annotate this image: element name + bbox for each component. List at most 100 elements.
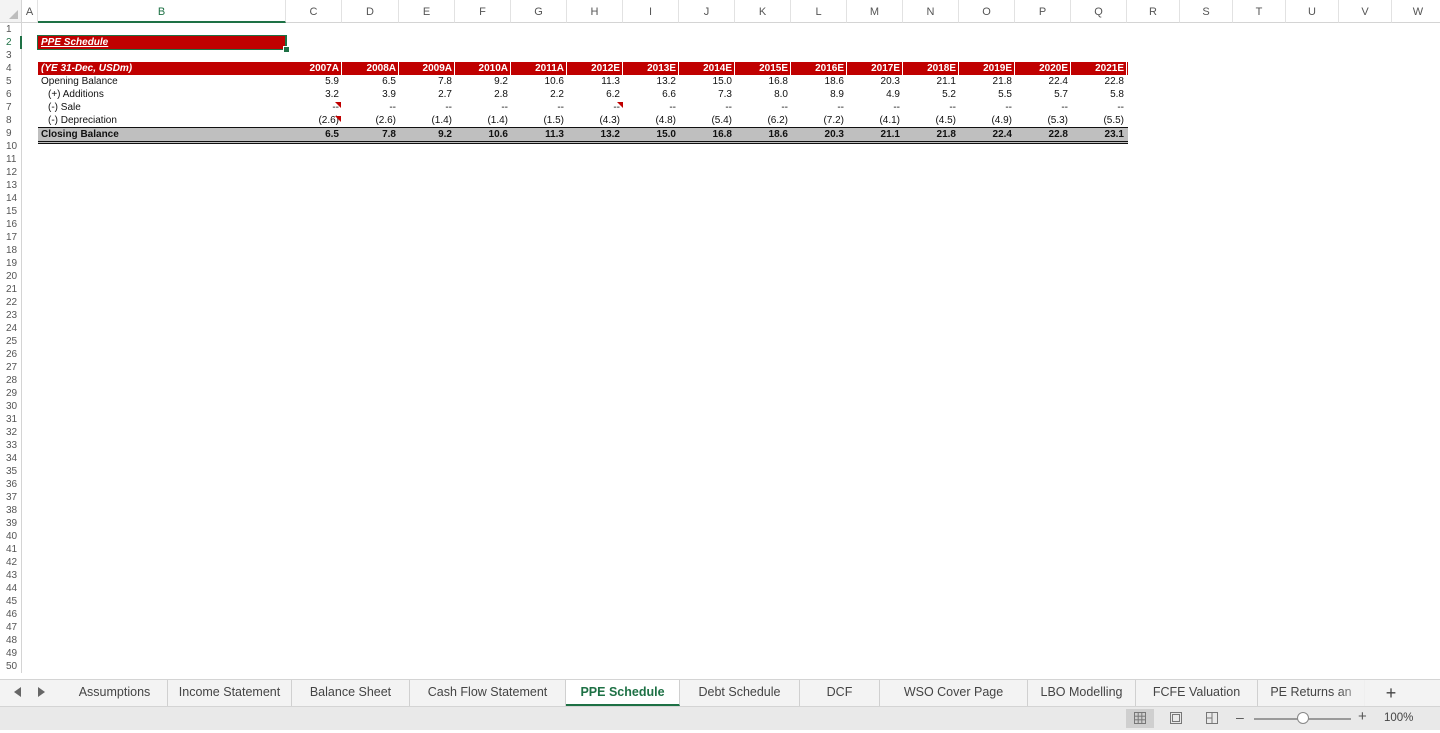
spreadsheet-grid[interactable]: ABCDEFGHIJKLMNOPQRSTUVW 1 2 3 4 5 6 7 8 9 10 11 12 1… xyxy=(0,0,1440,678)
sheet-tab[interactable]: Assumptions xyxy=(62,680,168,706)
column-header-f[interactable]: F xyxy=(455,0,511,23)
additions-value-cell[interactable]: 5.7 xyxy=(1015,88,1071,101)
row-header-31[interactable]: 31 xyxy=(0,413,22,426)
column-header-w[interactable]: W xyxy=(1392,0,1440,23)
column-header-c[interactable]: C xyxy=(286,0,342,23)
row-header-5[interactable]: 5 xyxy=(0,75,22,88)
additions-value-cell[interactable]: 8.0 xyxy=(735,88,791,101)
row-header-28[interactable]: 28 xyxy=(0,374,22,387)
sale-value-cell[interactable]: -- xyxy=(735,101,791,114)
sale-value-cell[interactable]: -- xyxy=(903,101,959,114)
depreciation-value-cell[interactable]: (1.5) xyxy=(511,114,567,127)
closing-value-cell[interactable]: 22.8 xyxy=(1015,128,1071,141)
year-header[interactable]: 2017E xyxy=(847,62,903,75)
row-header-41[interactable]: 41 xyxy=(0,543,22,556)
scroll-tabs-right-icon[interactable] xyxy=(38,687,45,697)
comment-indicator[interactable] xyxy=(335,116,341,122)
closing-value-cell[interactable]: 22.4 xyxy=(959,128,1015,141)
row-header-19[interactable]: 19 xyxy=(0,257,22,270)
sheet-tab[interactable]: Balance Sheet xyxy=(292,680,410,706)
year-header[interactable]: 2019E xyxy=(959,62,1015,75)
additions-value-cell[interactable]: 5.5 xyxy=(959,88,1015,101)
depreciation-value-cell[interactable]: (4.5) xyxy=(903,114,959,127)
year-header[interactable]: 2009A xyxy=(399,62,455,75)
row-header-35[interactable]: 35 xyxy=(0,465,22,478)
page-break-view-icon[interactable] xyxy=(1198,709,1226,728)
row-header-37[interactable]: 37 xyxy=(0,491,22,504)
zoom-in-button[interactable]: + xyxy=(1358,708,1367,725)
opening-value-cell[interactable]: 5.9 xyxy=(286,75,342,88)
additions-value-cell[interactable]: 3.9 xyxy=(342,88,399,101)
row-header-13[interactable]: 13 xyxy=(0,179,22,192)
closing-value-cell[interactable]: 21.8 xyxy=(903,128,959,141)
sheet-tab[interactable]: LBO Modelling xyxy=(1028,680,1136,706)
column-header-j[interactable]: J xyxy=(679,0,735,23)
comment-indicator[interactable] xyxy=(335,102,341,108)
row-header-43[interactable]: 43 xyxy=(0,569,22,582)
opening-value-cell[interactable]: 22.4 xyxy=(1015,75,1071,88)
opening-value-cell[interactable]: 7.8 xyxy=(399,75,455,88)
comment-indicator[interactable] xyxy=(617,102,623,108)
depreciation-value-cell[interactable]: (5.5) xyxy=(1071,114,1127,127)
year-header[interactable]: 2015E xyxy=(735,62,791,75)
row-header-39[interactable]: 39 xyxy=(0,517,22,530)
opening-value-cell[interactable]: 15.0 xyxy=(679,75,735,88)
column-header-i[interactable]: I xyxy=(623,0,679,23)
additions-value-cell[interactable]: 7.3 xyxy=(679,88,735,101)
sheet-tab[interactable]: PPE Schedule xyxy=(566,680,680,706)
row-header-10[interactable]: 10 xyxy=(0,140,22,153)
row-header-48[interactable]: 48 xyxy=(0,634,22,647)
row-header-22[interactable]: 22 xyxy=(0,296,22,309)
column-header-h[interactable]: H xyxy=(567,0,623,23)
sale-value-cell[interactable]: -- xyxy=(791,101,847,114)
row-header-34[interactable]: 34 xyxy=(0,452,22,465)
opening-value-cell[interactable]: 11.3 xyxy=(567,75,623,88)
row-header-8[interactable]: 8 xyxy=(0,114,22,127)
additions-value-cell[interactable]: 5.8 xyxy=(1071,88,1127,101)
sale-label[interactable]: (-) Sale xyxy=(48,101,81,114)
column-header-n[interactable]: N xyxy=(903,0,959,23)
year-header[interactable]: 2021E xyxy=(1071,62,1127,75)
additions-label[interactable]: (+) Additions xyxy=(48,88,104,101)
column-header-p[interactable]: P xyxy=(1015,0,1071,23)
opening-value-cell[interactable]: 6.5 xyxy=(342,75,399,88)
sheet-tab[interactable]: FCFE Valuation xyxy=(1136,680,1258,706)
row-header-40[interactable]: 40 xyxy=(0,530,22,543)
row-header-49[interactable]: 49 xyxy=(0,647,22,660)
additions-value-cell[interactable]: 3.2 xyxy=(286,88,342,101)
additions-value-cell[interactable]: 6.2 xyxy=(567,88,623,101)
sheet-tab[interactable]: Debt Schedule xyxy=(680,680,800,706)
row-header-4[interactable]: 4 xyxy=(0,62,22,75)
sale-value-cell[interactable]: -- xyxy=(679,101,735,114)
row-header-7[interactable]: 7 xyxy=(0,101,22,114)
row-header-36[interactable]: 36 xyxy=(0,478,22,491)
closing-value-cell[interactable]: 6.5 xyxy=(286,128,342,141)
closing-balance-label[interactable]: Closing Balance xyxy=(41,128,119,141)
year-header[interactable]: 2020E xyxy=(1015,62,1071,75)
row-header-12[interactable]: 12 xyxy=(0,166,22,179)
sale-value-cell[interactable]: -- xyxy=(623,101,679,114)
closing-value-cell[interactable]: 21.1 xyxy=(847,128,903,141)
opening-value-cell[interactable]: 16.8 xyxy=(735,75,791,88)
row-header-24[interactable]: 24 xyxy=(0,322,22,335)
column-header-k[interactable]: K xyxy=(735,0,791,23)
closing-value-cell[interactable]: 7.8 xyxy=(342,128,399,141)
sale-value-cell[interactable]: -- xyxy=(511,101,567,114)
closing-value-cell[interactable]: 23.1 xyxy=(1071,128,1127,141)
opening-value-cell[interactable]: 13.2 xyxy=(623,75,679,88)
sale-value-cell[interactable]: -- xyxy=(1015,101,1071,114)
column-header-g[interactable]: G xyxy=(511,0,567,23)
depreciation-value-cell[interactable]: (5.4) xyxy=(679,114,735,127)
column-header-v[interactable]: V xyxy=(1339,0,1392,23)
row-header-32[interactable]: 32 xyxy=(0,426,22,439)
row-header-1[interactable]: 1 xyxy=(0,23,22,36)
closing-value-cell[interactable]: 9.2 xyxy=(399,128,455,141)
sheet-tab[interactable]: Income Statement xyxy=(168,680,292,706)
closing-value-cell[interactable]: 11.3 xyxy=(511,128,567,141)
select-all-button[interactable] xyxy=(0,0,22,23)
opening-value-cell[interactable]: 18.6 xyxy=(791,75,847,88)
year-header[interactable]: 2018E xyxy=(903,62,959,75)
row-header-3[interactable]: 3 xyxy=(0,49,22,62)
row-header-20[interactable]: 20 xyxy=(0,270,22,283)
additions-value-cell[interactable]: 5.2 xyxy=(903,88,959,101)
